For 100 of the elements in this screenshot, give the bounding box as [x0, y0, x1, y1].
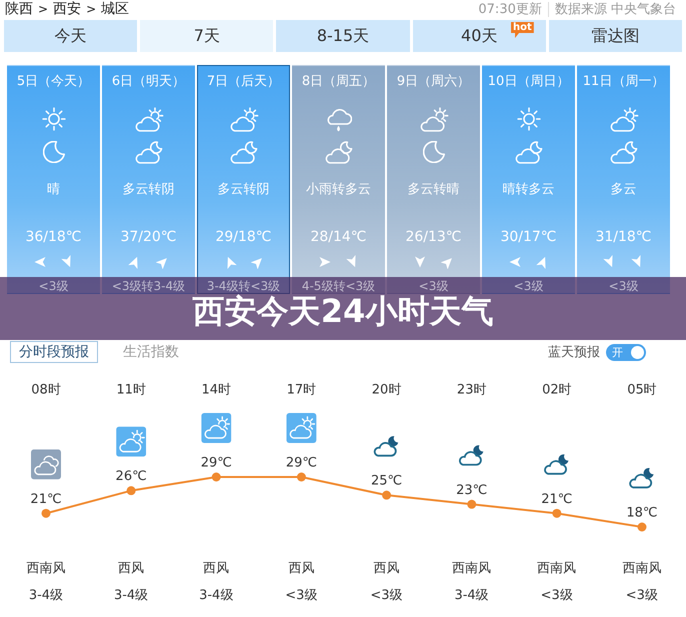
hour-label: 02时 [542, 382, 572, 398]
temperature-label: 26℃ [116, 469, 147, 484]
wind-direction: 西南风 [452, 560, 492, 578]
day-date: 6日（明天） [112, 74, 186, 90]
moon-cloud-icon [374, 436, 398, 456]
temperature-label: 21℃ [541, 492, 572, 507]
wind-force: <3级 [626, 587, 658, 605]
sun-cloud-icon [134, 106, 164, 132]
wind-arrow-icon [508, 255, 522, 269]
wind-force: 4-5级转<3级 [302, 279, 376, 293]
wind-arrow-icon [412, 255, 426, 269]
toggle-label: 蓝天预报 [548, 344, 600, 361]
data-point [467, 500, 476, 509]
tab[interactable]: 40天 hot [412, 20, 546, 52]
breadcrumb-link[interactable]: 陕西 [5, 0, 33, 18]
day-card[interactable]: 6日（明天） 多云转阴 37/20℃ <3级转3-4级 [102, 65, 195, 294]
moon-cloud-icon [630, 468, 654, 488]
weather-description: 多云转阴 [122, 181, 174, 199]
temperature-label: 25℃ [370, 474, 402, 489]
wind-force: <3级 [540, 587, 573, 605]
wind-arrow-icon [440, 255, 454, 269]
sun-cloud-tile-icon [286, 413, 316, 443]
moon-icon [42, 141, 64, 163]
wind-force: <3级 [285, 587, 318, 605]
moon-icon [422, 141, 444, 163]
sun-cloud-icon [608, 106, 638, 132]
wind-direction: 西南风 [26, 560, 66, 578]
banner-title: 西安今天24小时天气 [192, 295, 494, 327]
tab[interactable]: 8-15天 [276, 20, 410, 52]
weather-description: 小雨转多云 [306, 181, 371, 199]
data-source: 数据来源 中央气象台 [554, 0, 676, 18]
day-card[interactable]: 5日（今天） 晴 36/18℃ <3级 [7, 65, 100, 294]
day-card[interactable]: 11日（周一） 多云 31/18℃ <3级 [577, 65, 670, 294]
wind-force: <3级 [608, 279, 638, 293]
temperature-range: 30/17℃ [500, 228, 557, 246]
section-tab[interactable]: 分时段预报 [10, 341, 98, 363]
wind-force: <3级 [38, 279, 68, 293]
day-card[interactable]: 7日（后天） 多云转阴 29/18℃ 3-4级转<3级 [197, 65, 290, 294]
weather-description: 晴 [47, 181, 60, 199]
wind-force: 3-4级 [454, 587, 489, 605]
breadcrumb-link[interactable]: 西安 [53, 0, 82, 18]
hour-label: 08时 [31, 382, 61, 398]
wind-force: <3级 [418, 279, 448, 293]
data-point [552, 508, 562, 518]
hour-label: 05时 [627, 382, 657, 398]
day-card[interactable]: 8日（周五） 小雨转多云 28/14℃ 4-5级转<3级 [292, 65, 385, 294]
temperature-range: 28/14℃ [310, 228, 367, 246]
breadcrumb-link[interactable]: 城区 [101, 0, 130, 18]
rain-cloud-icon [325, 106, 352, 132]
temperature-label: 18℃ [626, 506, 658, 520]
sun-cloud-tile-icon [116, 426, 146, 457]
day-card[interactable]: 9日（周六） 多云转晴 26/13℃ <3级 [387, 65, 480, 294]
temperature-range: 37/20℃ [120, 228, 177, 246]
wind-arrow-icon [156, 255, 170, 269]
cloud-tile-icon [31, 449, 61, 480]
wind-arrow-icon [32, 255, 46, 269]
moon-cloud-icon [134, 140, 163, 164]
sun-cloud-icon [418, 106, 448, 132]
day-date: 7日（后天） [206, 74, 280, 90]
temperature-label: 23℃ [456, 482, 488, 498]
update-time: 07:30更新 [478, 0, 542, 18]
temperature-range: 36/18℃ [25, 228, 82, 246]
data-point [42, 508, 50, 518]
day-date: 9日（周六） [396, 74, 470, 90]
day-date: 10日（周日） [488, 74, 570, 90]
wind-force: <3级 [514, 279, 544, 293]
data-point [296, 472, 306, 482]
moon-cloud-icon [514, 140, 543, 164]
moon-cloud-icon [544, 454, 568, 474]
breadcrumb-separator: > [38, 0, 48, 18]
wind-force: <3级转3-4级 [112, 279, 186, 293]
weather-description: 多云转晴 [408, 181, 460, 199]
day-card[interactable]: 10日（周日） 晴转多云 30/17℃ <3级 [482, 65, 575, 294]
wind-arrow-icon [318, 255, 332, 269]
wind-arrow-icon [250, 255, 264, 269]
day-date: 5日（今天） [16, 74, 90, 90]
wind-force: 3-4级 [28, 587, 64, 605]
wind-direction: 西南风 [622, 560, 662, 578]
hour-label: 23时 [456, 382, 486, 398]
wind-force: 3-4级 [114, 587, 148, 605]
day-date: 11日（周一） [582, 74, 664, 90]
sun-icon [42, 107, 66, 131]
weather-description: 多云转阴 [218, 181, 270, 199]
hour-label: 17时 [286, 382, 316, 398]
moon-cloud-icon [609, 140, 638, 164]
tab[interactable]: 今天 [4, 20, 138, 52]
wind-direction: 西风 [288, 560, 314, 578]
moon-cloud-icon [324, 140, 353, 164]
hour-label: 20时 [372, 382, 402, 398]
tab[interactable]: 7天 [140, 20, 274, 52]
sun-icon [516, 107, 540, 131]
wind-direction: 西南风 [537, 560, 576, 578]
promo-badge: hot [511, 22, 534, 38]
wind-force: 3-4级转<3级 [206, 279, 280, 293]
tab[interactable]: 雷达图 [548, 20, 682, 52]
temperature-label: 29℃ [286, 456, 317, 470]
hour-label: 11时 [116, 382, 146, 398]
moon-cloud-icon [460, 445, 484, 465]
sun-cloud-tile-icon [201, 413, 232, 443]
temperature-range: 26/13℃ [405, 228, 462, 246]
